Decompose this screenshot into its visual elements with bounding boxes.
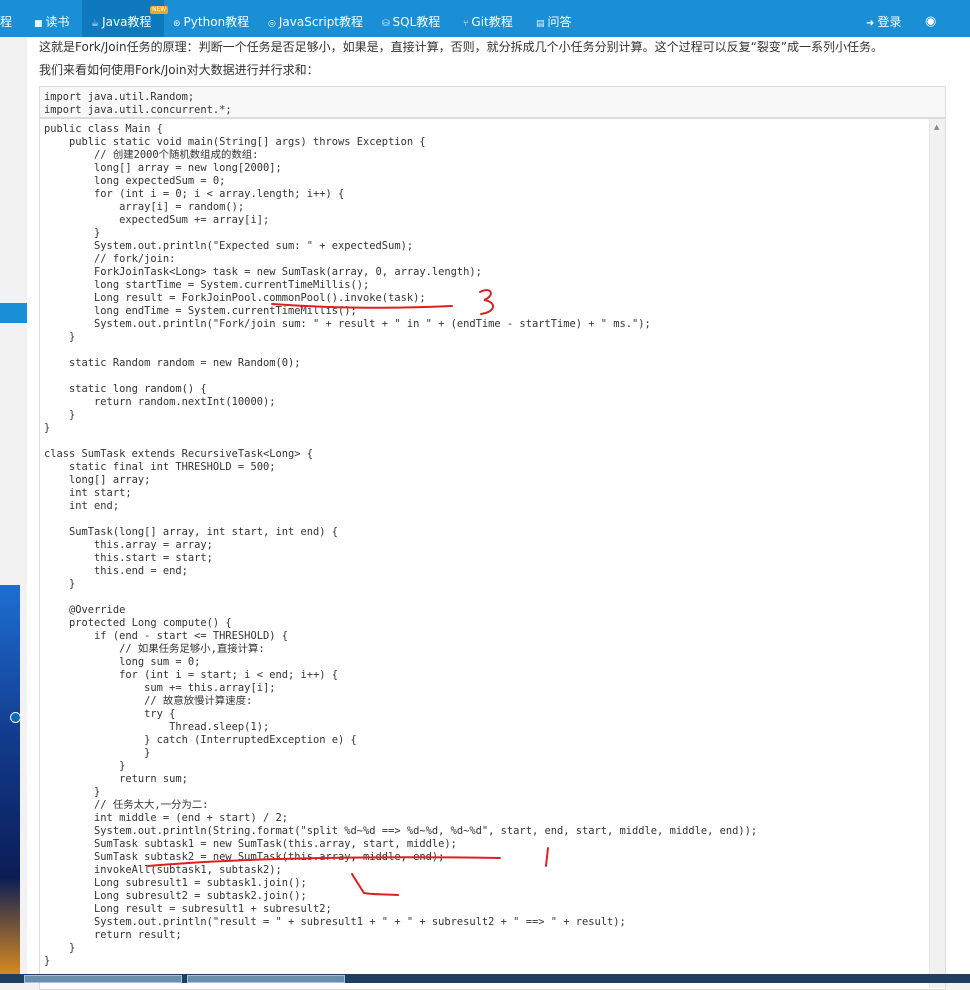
nav-item-java[interactable]: ☕ Java教程 NEW [82, 0, 169, 37]
code-scrollbar[interactable]: ▲ [929, 119, 945, 988]
code-text: public class Main { public static void m… [44, 123, 758, 967]
nav-item-label: Java教程 [102, 15, 152, 29]
sign-in-icon: ➜ [866, 18, 875, 29]
nav-item-python[interactable]: ⊛ Python教程 [173, 0, 249, 37]
git-icon: ⑂ [463, 19, 469, 29]
comment-icon: ▤ [536, 19, 545, 29]
coffee-icon: ☕ [91, 19, 100, 29]
nav-item-qa[interactable]: ▤ 问答 [536, 0, 572, 37]
globe-icon[interactable]: ◉ [925, 0, 936, 37]
nav-item-label: 读书 [45, 15, 70, 29]
nav-item-label: 问答 [547, 15, 572, 29]
code-text: import java.util.Random; import java.uti… [44, 91, 232, 116]
nav-item-label: JavaScript教程 [278, 15, 364, 29]
os-taskbar [0, 974, 970, 983]
sidebar-ad-banner[interactable] [0, 585, 20, 975]
code-block-imports: import java.util.Random; import java.uti… [39, 86, 946, 118]
database-icon: ⛁ [382, 19, 390, 29]
nav-item-javascript[interactable]: ◎ JavaScript教程 [268, 0, 363, 37]
login-label: 登录 [877, 15, 902, 29]
sidebar-active-marker [0, 303, 27, 323]
nav-item-git[interactable]: ⑂ Git教程 [463, 0, 513, 37]
python-icon: ⊛ [173, 19, 181, 29]
taskbar-button[interactable] [187, 975, 345, 983]
article-content: 这就是Fork/Join任务的原理：判断一个任务是否足够小，如果是，直接计算，否… [27, 37, 970, 990]
ad-dot-icon [10, 712, 21, 723]
nav-item-reading[interactable]: ■ 读书 [34, 0, 70, 37]
top-navbar: 教程 ■读书 ☕Java教程 NEW ⊛Python教程 ◎JavaScript… [0, 0, 970, 37]
nav-item-label: SQL教程 [392, 15, 441, 29]
login-link[interactable]: ➜ 登录 [866, 0, 901, 37]
scroll-up-icon[interactable]: ▲ [934, 123, 939, 131]
nav-item-sql[interactable]: ⛁ SQL教程 [382, 0, 440, 37]
book-icon: ■ [34, 19, 43, 29]
intro-paragraph: 这就是Fork/Join任务的原理：判断一个任务是否足够小，如果是，直接计算，否… [39, 40, 884, 54]
nav-item-label: 教程 [0, 15, 13, 29]
new-badge: NEW [150, 6, 169, 14]
code-block-main: public class Main { public static void m… [39, 118, 946, 990]
intro-paragraph-2: 我们来看如何使用Fork/Join对大数据进行并行求和： [39, 63, 319, 77]
nav-item-label: Git教程 [471, 15, 513, 29]
nav-item-label: Python教程 [183, 15, 250, 29]
taskbar-button[interactable] [24, 975, 182, 983]
js-icon: ◎ [268, 19, 276, 29]
nav-item-tutorial[interactable]: 教程 [0, 0, 12, 37]
